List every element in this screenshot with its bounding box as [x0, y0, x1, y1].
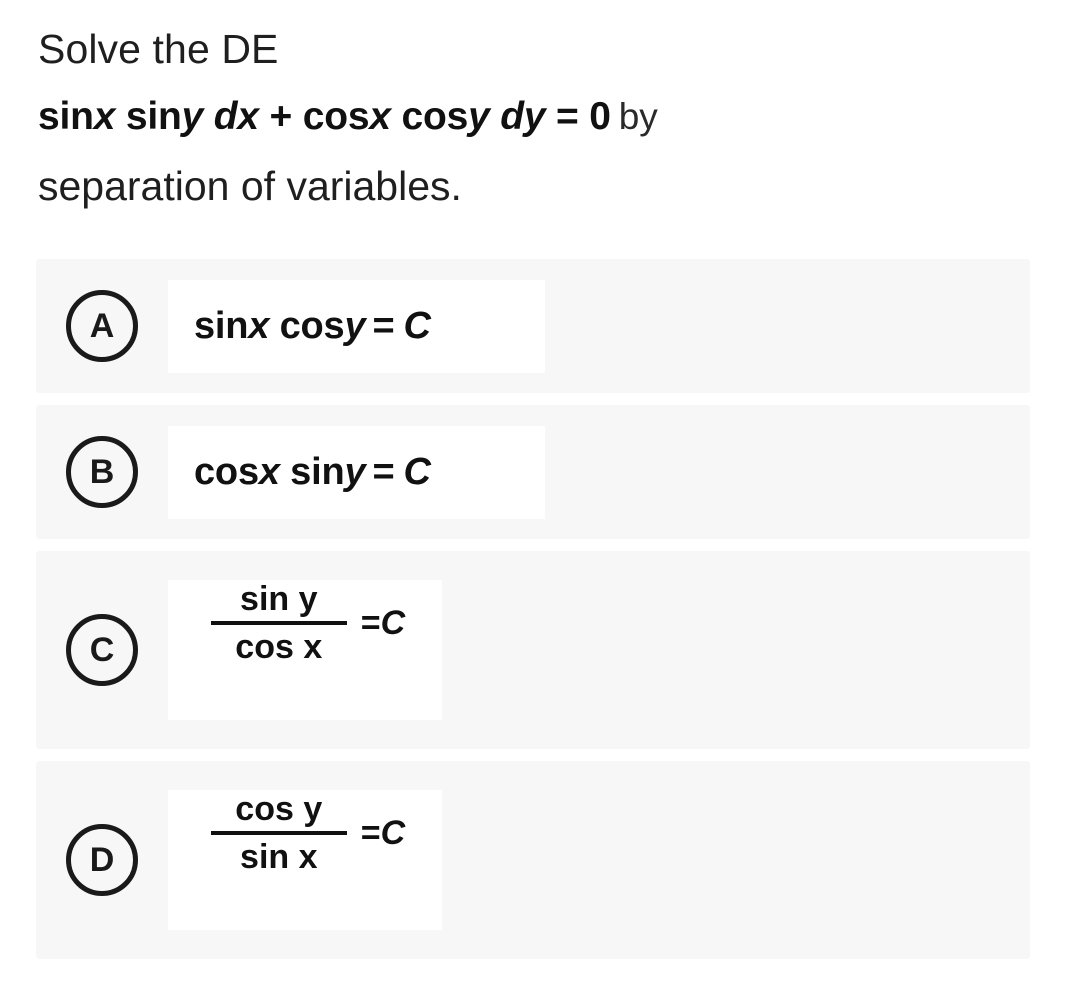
eq-sin-1: sin [38, 94, 94, 138]
option-formula-box-c: sin y cos x =C [168, 580, 442, 721]
option-expression-b: cosx siny = C [194, 451, 431, 494]
options-list: A sinx cosy = C B cosx siny = C C sin y cos … [0, 259, 1066, 960]
option-row-c[interactable]: C sin y cos x =C [36, 551, 1030, 750]
question-equation-line: sinx siny dx + cosx cosy dy = 0 by [38, 90, 1030, 144]
option-d-tail: =C [361, 814, 405, 852]
eq-cos-1: cos [302, 94, 370, 138]
expr-a-var2: y [344, 304, 366, 347]
option-marker-b: B [66, 436, 138, 509]
option-formula-box-d: cos y sin x =C [168, 790, 442, 931]
eq-plus: + [258, 94, 303, 138]
expr-c-constant: C [380, 604, 406, 643]
fraction-c-denominator: cos x [235, 628, 323, 667]
option-marker-a: A [66, 290, 138, 363]
option-row-a[interactable]: A sinx cosy = C [36, 259, 1030, 394]
fraction-d: cos y sin x [210, 790, 347, 877]
expr-b-fn1: cos [194, 450, 259, 493]
option-expression-a: sinx cosy = C [194, 305, 431, 348]
option-marker-c: C [66, 614, 138, 687]
expr-a-fn2: cos [269, 304, 345, 347]
option-marker-d: D [66, 824, 138, 897]
option-formula-box-b: cosx siny = C [168, 425, 545, 519]
fraction-c: sin y cos x [210, 580, 347, 667]
eq-dx: dx [203, 94, 259, 138]
option-row-b[interactable]: B cosx siny = C [36, 405, 1030, 540]
expr-a-var1: x [248, 304, 270, 347]
expr-a-constant: C [403, 304, 431, 347]
eq-cos-2: cos [390, 94, 469, 138]
eq-var-y-2: y [468, 94, 490, 138]
question-block: Solve the DE sinx siny dx + cosx cosy dy… [0, 0, 1066, 215]
expr-b-var2: y [344, 450, 366, 493]
expr-a-equals: = [372, 304, 395, 347]
expr-b-var1: x [258, 450, 280, 493]
eq-var-x-1: x [93, 94, 116, 138]
option-row-d[interactable]: D cos y sin x =C [36, 761, 1030, 960]
question-line-1: Solve the DE [38, 26, 279, 72]
eq-dy: dy [489, 94, 546, 138]
option-formula-box-a: sinx cosy = C [168, 279, 545, 373]
eq-zero: 0 [589, 94, 611, 138]
expr-b-constant: C [403, 450, 431, 493]
expr-b-fn2: sin [279, 450, 345, 493]
eq-equals: = [545, 94, 590, 138]
fraction-d-denominator: sin x [240, 838, 318, 877]
expr-c-equals: = [360, 604, 381, 643]
question-tail-word: by [618, 95, 658, 137]
option-expression-c: sin y cos x =C [210, 580, 405, 667]
fraction-c-numerator: sin y [240, 580, 318, 619]
question-line-3: separation of variables. [38, 163, 462, 210]
expr-a-fn1: sin [194, 304, 249, 347]
option-c-tail: =C [361, 604, 405, 642]
expr-b-equals: = [372, 450, 395, 493]
expr-d-equals: = [360, 814, 381, 853]
option-expression-d: cos y sin x =C [210, 790, 405, 877]
differential-equation: sinx siny dx + cosx cosy dy = 0 [38, 95, 611, 138]
eq-sin-2: sin [115, 94, 182, 138]
fraction-d-numerator: cos y [235, 790, 323, 829]
expr-d-constant: C [380, 814, 406, 853]
eq-var-y-1: y [181, 94, 204, 138]
eq-var-x-2: x [369, 94, 391, 138]
